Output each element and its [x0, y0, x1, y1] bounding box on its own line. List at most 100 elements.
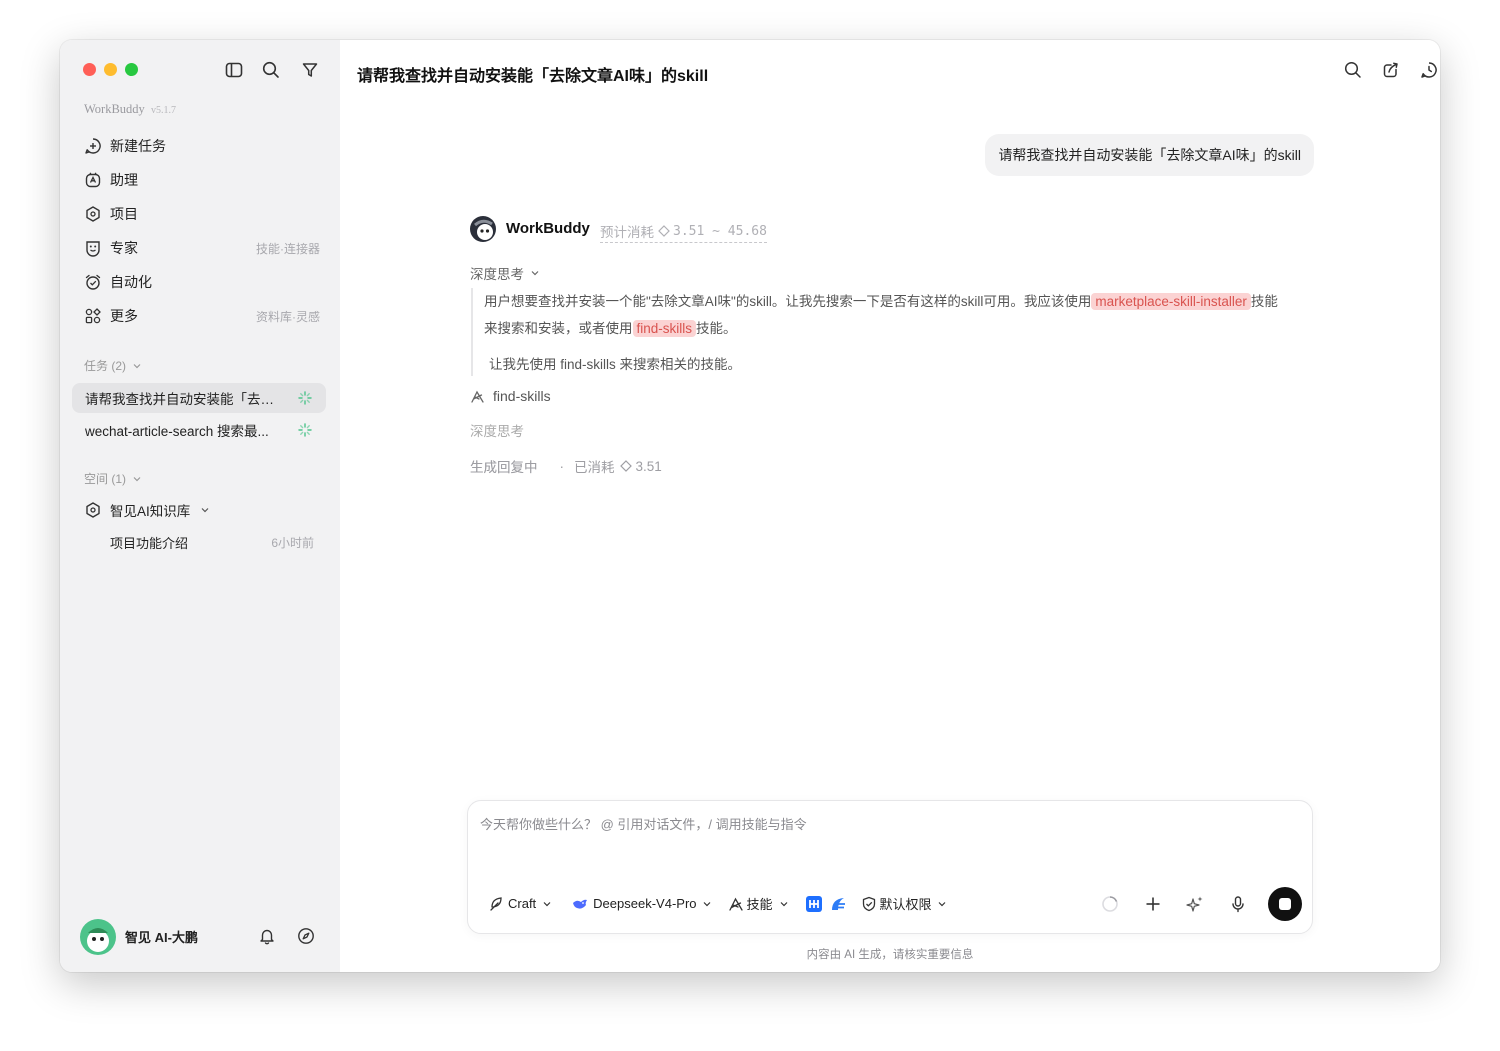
model-select[interactable]: Deepseek-V4-Pro: [572, 896, 711, 911]
mode-label: Craft: [508, 896, 537, 911]
search-icon[interactable]: [261, 60, 281, 80]
status-separator: ·: [559, 458, 565, 474]
nav-label: 自动化: [110, 274, 152, 290]
permission-label: 默认权限: [879, 897, 932, 912]
user-name: 智见 AI-大鹏: [125, 930, 198, 945]
app-version: v5.1.7: [150, 105, 176, 116]
cost-estimate[interactable]: 预计消耗 3.51 ~ 45.68: [600, 221, 767, 243]
nav-label: 项目: [110, 206, 138, 222]
permission-select[interactable]: 默认权限: [861, 894, 947, 913]
plus-icon[interactable]: [1144, 895, 1162, 913]
app-window: WorkBuddy v5.1.7 新建任务 助理 项目 专家 技能·连接器 自动…: [60, 40, 1440, 972]
share-icon[interactable]: [1381, 60, 1401, 80]
stop-icon: [1279, 898, 1291, 910]
feather-icon: [488, 896, 504, 912]
context-progress-icon[interactable]: [1101, 895, 1119, 913]
stop-button[interactable]: [1268, 887, 1302, 921]
spaces-section-header[interactable]: 空间 (1): [84, 470, 142, 487]
compass-icon[interactable]: [297, 927, 315, 945]
space-sub-item[interactable]: 项目功能介绍 6小时前: [110, 532, 314, 552]
skill-icon: [470, 389, 485, 404]
task-item-active[interactable]: 请帮我查找并自动安装能「去除...: [72, 383, 326, 413]
thinking-paragraph: 让我先使用 find-skills 来搜索相关的技能。: [489, 357, 742, 372]
alarm-icon: [84, 273, 102, 291]
status-consumed-value: 3.51: [635, 458, 662, 474]
agent-name: WorkBuddy: [506, 220, 590, 237]
loading-spinner-icon: [298, 391, 312, 405]
search-icon[interactable]: [1343, 60, 1363, 80]
nav-expert[interactable]: 专家 技能·连接器: [84, 236, 320, 260]
estimate-range: 3.51 ~ 45.68: [673, 223, 767, 239]
user-message-text: 请帮我查找并自动安装能「去除文章AI味」的skill: [998, 147, 1301, 163]
project-icon: [84, 205, 102, 223]
status-generating: 生成回复中: [470, 456, 538, 476]
sparkle-icon[interactable]: [1186, 895, 1204, 913]
main-panel: 请帮我查找并自动安装能「去除文章AI味」的skill 请帮我查找并自动安装能「去…: [340, 40, 1440, 972]
bell-icon[interactable]: [258, 927, 276, 945]
minimize-window-button[interactable]: [104, 63, 117, 76]
skill-highlight: find-skills: [632, 320, 697, 337]
estimate-label: 预计消耗: [600, 225, 654, 240]
nav-hint: 技能·连接器: [256, 241, 320, 256]
zoom-window-button[interactable]: [125, 63, 138, 76]
space-item[interactable]: 智见AI知识库: [84, 498, 210, 522]
chevron-down-icon: [937, 899, 947, 909]
status-consumed-label: 已消耗: [574, 460, 615, 475]
diamond-icon: [658, 225, 670, 237]
plus-circle-icon: [84, 137, 102, 155]
page-title: 请帮我查找并自动安装能「去除文章AI味」的skill: [357, 68, 709, 85]
tool-name: find-skills: [493, 388, 551, 404]
expert-icon: [84, 239, 102, 257]
ai-disclaimer: 内容由 AI 生成，请核实重要信息: [806, 949, 974, 961]
project-icon: [84, 501, 102, 519]
composer: 今天帮你做些什么？ @ 引用对话文件，/ 调用技能与指令 Craft Deeps: [467, 800, 1313, 934]
chevron-down-icon: [200, 505, 210, 515]
thinking-text: 技能。: [696, 321, 737, 336]
mode-select[interactable]: Craft: [488, 896, 552, 912]
assistant-icon: [84, 171, 102, 189]
nav-label: 更多: [110, 308, 138, 324]
nav-assistant[interactable]: 助理: [84, 168, 138, 192]
task-label: wechat-article-search 搜索最...: [85, 424, 269, 439]
app-brand: WorkBuddy v5.1.7: [84, 102, 176, 117]
connector-app-icon[interactable]: [805, 895, 823, 913]
chevron-down-icon: [702, 899, 712, 909]
task-label: 请帮我查找并自动安装能「去除...: [85, 392, 285, 407]
model-label: Deepseek-V4-Pro: [593, 896, 697, 911]
skills-select[interactable]: 技能: [728, 894, 789, 913]
chevron-down-icon: [132, 474, 142, 484]
space-sub-item-time: 6小时前: [271, 535, 314, 550]
tool-call-item[interactable]: find-skills: [470, 388, 551, 404]
filter-icon[interactable]: [300, 60, 320, 80]
microphone-icon[interactable]: [1229, 895, 1247, 913]
nav-label: 专家: [110, 240, 138, 256]
task-item[interactable]: wechat-article-search 搜索最...: [72, 415, 326, 445]
generation-status: 生成回复中 · 已消耗 3.51: [470, 456, 662, 476]
message-input[interactable]: 今天帮你做些什么？ @ 引用对话文件，/ 调用技能与指令: [480, 814, 1280, 854]
space-label: 智见AI知识库: [110, 504, 191, 519]
nav-project[interactable]: 项目: [84, 202, 138, 226]
tasks-section-header[interactable]: 任务 (2): [84, 357, 142, 374]
skills-label: 技能: [746, 897, 773, 912]
shield-check-icon: [861, 896, 877, 912]
toggle-sidebar-icon[interactable]: [224, 60, 244, 80]
diamond-icon: [619, 460, 632, 472]
nav-more[interactable]: 更多 资料库·灵感: [84, 304, 320, 328]
connector-brand-icon[interactable]: [829, 895, 847, 913]
thinking-rule: [471, 288, 473, 376]
close-window-button[interactable]: [83, 63, 96, 76]
nav-automation[interactable]: 自动化: [84, 270, 152, 294]
skill-icon: [728, 896, 744, 912]
space-sub-item-label: 项目功能介绍: [110, 535, 189, 551]
chevron-down-icon: [132, 361, 142, 371]
sidebar: WorkBuddy v5.1.7 新建任务 助理 项目 专家 技能·连接器 自动…: [60, 40, 340, 972]
chevron-down-icon: [530, 268, 540, 278]
nav-new-task[interactable]: 新建任务: [84, 134, 166, 158]
thinking-content: 用户想要查找并安装一个能"去除文章AI味"的skill。让我先搜索一下是否有这样…: [484, 288, 1284, 342]
app-name: WorkBuddy: [84, 102, 145, 116]
thinking-toggle[interactable]: 深度思考: [470, 263, 540, 283]
agent-avatar: [470, 216, 496, 242]
tasks-header-label: 任务 (2): [84, 359, 127, 373]
history-icon[interactable]: [1419, 60, 1439, 80]
avatar[interactable]: [80, 919, 116, 955]
